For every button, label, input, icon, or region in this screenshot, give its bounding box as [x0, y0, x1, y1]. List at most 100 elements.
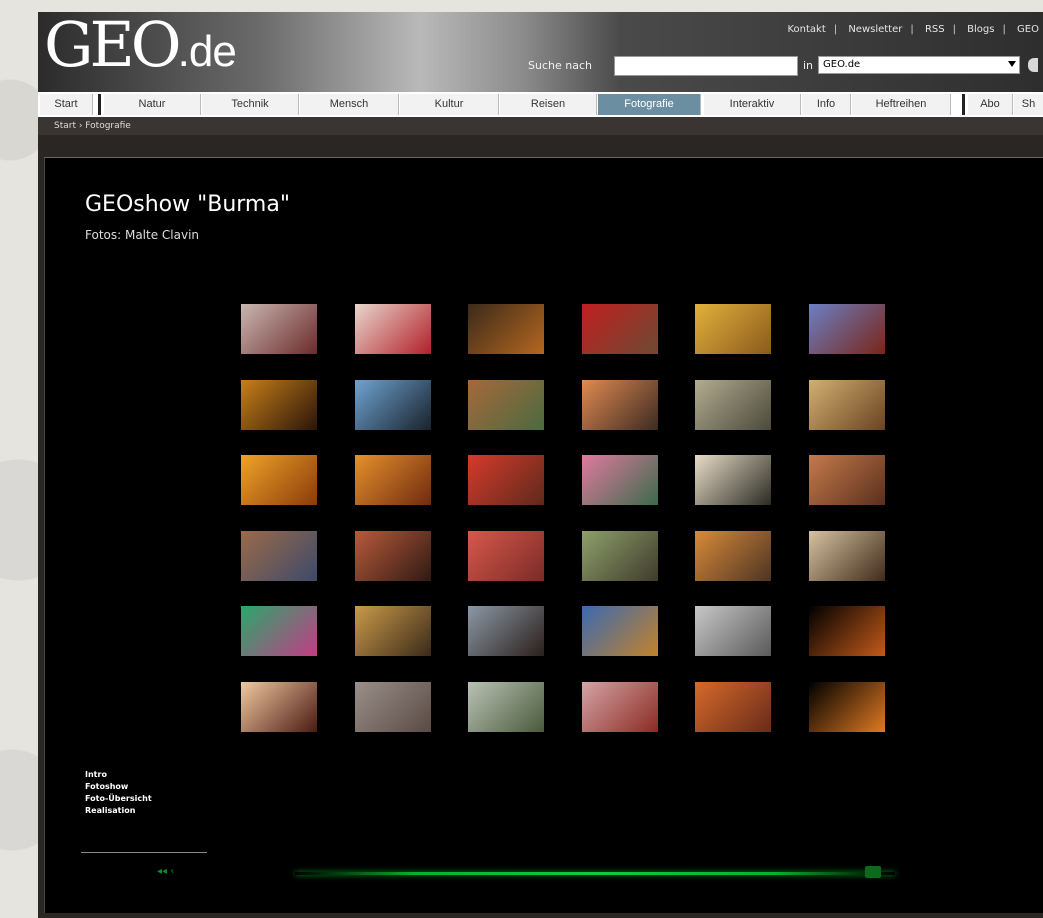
photo-thumbnail-monks-doorway[interactable]	[808, 530, 885, 581]
side-link-intro[interactable]: Intro	[85, 769, 152, 781]
tab-mensch[interactable]: Mensch	[300, 94, 399, 115]
photo-thumbnail-red-pagoda[interactable]	[581, 681, 658, 732]
photo-thumbnail-child-portrait[interactable]	[695, 455, 771, 505]
photo-thumbnail-temple-corridor[interactable]	[808, 455, 885, 505]
photo-thumbnail-market-table[interactable]	[354, 606, 431, 656]
photo-image	[808, 606, 885, 656]
geo-logo[interactable]: GEO.de	[44, 14, 237, 76]
photo-thumbnail-cattle-cart[interactable]	[581, 530, 658, 581]
photo-thumbnail-golden-temple-interior[interactable]	[241, 455, 317, 505]
photo-thumbnail-green-umbrellas[interactable]	[241, 606, 317, 656]
tab-reisen[interactable]: Reisen	[500, 94, 597, 115]
progress-bar[interactable]	[295, 872, 895, 875]
link-rss[interactable]: RSS	[925, 24, 945, 35]
breadcrumb: Start › Fotografie	[38, 117, 1043, 135]
link-newsletter[interactable]: Newsletter	[848, 24, 902, 35]
link-kontakt[interactable]: Kontakt	[787, 24, 825, 35]
photo-thumbnail-orange-shrine[interactable]	[354, 455, 431, 505]
photo-image	[468, 681, 544, 732]
photo-thumbnail-candle-shrine[interactable]	[241, 681, 317, 732]
photo-image	[808, 455, 885, 505]
photo-image	[808, 681, 885, 732]
search-scope-select[interactable]: GEO.de	[818, 56, 1020, 74]
photo-thumbnail-red-market-stall[interactable]	[468, 455, 544, 505]
photo-thumbnail-dusty-plain[interactable]	[695, 530, 771, 581]
photo-thumbnail-stupa-mist[interactable]	[354, 681, 431, 732]
tab-heftreihen[interactable]: Heftreihen	[852, 94, 951, 115]
divider-line	[81, 852, 207, 853]
photo-thumbnail-misty-temples[interactable]	[695, 606, 771, 656]
nav-divider	[962, 94, 965, 115]
photo-image	[808, 530, 885, 581]
tab-info[interactable]: Info	[802, 94, 851, 115]
photo-thumbnail-golden-field[interactable]	[695, 304, 771, 354]
photo-image	[468, 379, 544, 430]
side-link-fotoshow[interactable]: Fotoshow	[85, 781, 152, 793]
side-menu: Intro Fotoshow Foto-Übersicht Realisatio…	[85, 769, 152, 817]
tab-natur[interactable]: Natur	[104, 94, 201, 115]
photo-image	[581, 606, 658, 656]
photo-image	[581, 304, 658, 354]
page: GEO.de Kontakt | Newsletter | RSS | Blogs | …	[38, 12, 1043, 918]
photo-thumbnail-monk-blue-sky[interactable]	[808, 304, 885, 354]
show-title: GEOshow "Burma"	[85, 192, 290, 217]
photo-image	[695, 304, 771, 354]
side-link-realisation[interactable]: Realisation	[85, 805, 152, 817]
link-blogs[interactable]: Blogs	[967, 24, 994, 35]
photo-image	[581, 455, 658, 505]
photo-image	[354, 681, 431, 732]
breadcrumb-trail[interactable]: Start › Fotografie	[54, 121, 131, 131]
tab-interaktiv[interactable]: Interaktiv	[704, 94, 801, 115]
photo-thumbnail-fisherman-net[interactable]	[354, 379, 431, 430]
photo-image	[808, 379, 885, 430]
photo-image	[468, 304, 544, 354]
search-submit-button[interactable]	[1028, 58, 1038, 72]
search-in-label: in	[803, 59, 814, 72]
photo-thumbnail-misty-river[interactable]	[695, 379, 771, 430]
photo-thumbnail-dark-bonfire[interactable]	[808, 606, 885, 656]
photo-thumbnail-golden-buddhas[interactable]	[808, 379, 885, 430]
photo-thumbnail-monks-red-robes[interactable]	[581, 304, 658, 354]
photo-thumbnail-sunset-landscape[interactable]	[468, 304, 544, 354]
photo-image	[695, 455, 771, 505]
photo-thumbnail-pink-dancers[interactable]	[581, 455, 658, 505]
photo-thumbnail-candlelight-crowd[interactable]	[241, 379, 317, 430]
photo-thumbnail-pagoda-columns[interactable]	[241, 530, 317, 581]
photo-image	[354, 304, 431, 354]
photo-thumbnail-red-cloth[interactable]	[354, 530, 431, 581]
photo-thumbnail-boat-dusk[interactable]	[468, 606, 544, 656]
tab-kultur[interactable]: Kultur	[400, 94, 499, 115]
chevron-down-icon	[1008, 61, 1016, 67]
photo-show-stage: GEOshow "Burma" Fotos: Malte Clavin Intr…	[44, 157, 1043, 913]
photo-thumbnail-monks-rows[interactable]	[468, 530, 544, 581]
photo-image	[695, 681, 771, 732]
nav-forward-icon[interactable]	[865, 866, 881, 878]
photo-image	[241, 379, 317, 430]
side-link-overview[interactable]: Foto-Übersicht	[85, 793, 152, 805]
photo-image	[241, 606, 317, 656]
site-header: GEO.de Kontakt | Newsletter | RSS | Blogs | …	[38, 12, 1043, 92]
photo-image	[581, 379, 658, 430]
tab-shop[interactable]: Sh	[1014, 94, 1043, 115]
photo-thumbnail-crowd-blue[interactable]	[581, 606, 658, 656]
photo-thumbnail-children-red-headdress[interactable]	[354, 304, 431, 354]
photo-thumbnail-pagoda-silhouette[interactable]	[241, 304, 317, 354]
photo-thumbnail-fire-night[interactable]	[808, 681, 885, 732]
photo-thumbnail-temple-evening[interactable]	[695, 681, 771, 732]
photo-image	[354, 530, 431, 581]
tab-start[interactable]: Start	[40, 94, 93, 115]
nav-back-icon[interactable]: ◂◂ ‹	[157, 866, 174, 877]
photo-image	[241, 681, 317, 732]
tab-fotografie[interactable]: Fotografie	[598, 94, 701, 115]
photo-thumbnail-women-group[interactable]	[581, 379, 658, 430]
photo-image	[581, 530, 658, 581]
link-geo[interactable]: GEO	[1017, 24, 1039, 35]
search-input[interactable]	[614, 56, 798, 76]
photo-thumbnail-market-crowd[interactable]	[468, 379, 544, 430]
photo-thumbnail-tree-temples[interactable]	[468, 681, 544, 732]
nav-divider	[98, 94, 101, 115]
tab-abo[interactable]: Abo	[968, 94, 1013, 115]
tab-technik[interactable]: Technik	[202, 94, 299, 115]
photo-image	[354, 606, 431, 656]
photo-image	[695, 530, 771, 581]
